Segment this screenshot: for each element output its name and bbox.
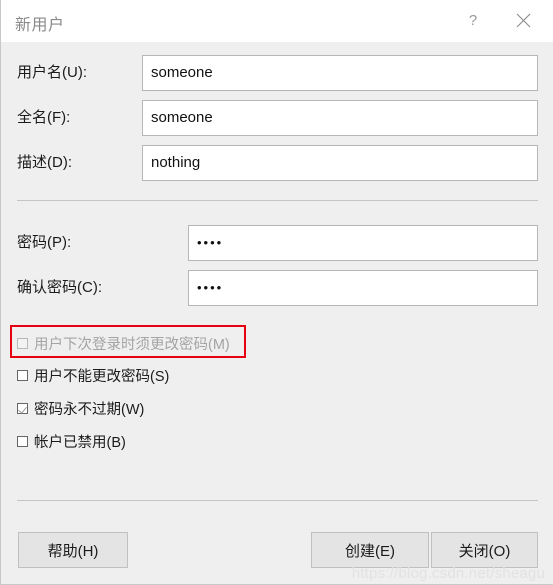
checkbox-password-never-expires[interactable]: 密码永不过期(W)	[17, 397, 144, 419]
checkbox-label: 密码永不过期(W)	[34, 401, 145, 418]
username-row: 用户名(U): someone	[1, 55, 553, 91]
checkbox-checked-icon	[17, 402, 28, 414]
fullname-label: 全名(F):	[17, 109, 71, 126]
description-label: 描述(D):	[17, 154, 72, 171]
password-row: 密码(P): ••••	[1, 225, 553, 261]
close-button[interactable]	[500, 0, 546, 41]
checkbox-box-icon	[17, 337, 28, 349]
fullname-input[interactable]: someone	[142, 100, 538, 136]
checkbox-must-change-password[interactable]: 用户下次登录时须更改密码(M)	[17, 332, 230, 354]
confirm-password-input[interactable]: ••••	[188, 270, 538, 306]
help-dialog-button[interactable]: 帮助(H)	[18, 532, 128, 568]
password-label: 密码(P):	[17, 234, 72, 251]
description-row: 描述(D): nothing	[1, 145, 553, 181]
fullname-row: 全名(F): someone	[1, 100, 553, 136]
create-button[interactable]: 创建(E)	[311, 532, 429, 568]
title-bar: 新用户 ?	[1, 0, 553, 43]
checkbox-label: 用户不能更改密码(S)	[34, 368, 170, 385]
password-input[interactable]: ••••	[188, 225, 538, 261]
username-input[interactable]: someone	[142, 55, 538, 91]
dialog-body: 用户名(U): someone 全名(F): someone 描述(D): no…	[1, 42, 553, 584]
checkbox-account-disabled[interactable]: 帐户已禁用(B)	[17, 430, 126, 452]
checkbox-label: 用户下次登录时须更改密码(M)	[34, 336, 230, 353]
new-user-dialog: 新用户 ? 用户名(U): someone 全名(F): someone 描述(…	[0, 0, 553, 585]
checkbox-box-icon	[17, 369, 28, 381]
divider-top	[17, 200, 538, 201]
username-label: 用户名(U):	[17, 64, 87, 81]
checkbox-user-cannot-change-password[interactable]: 用户不能更改密码(S)	[17, 364, 169, 386]
close-icon	[516, 13, 531, 28]
description-input[interactable]: nothing	[142, 145, 538, 181]
close-dialog-button[interactable]: 关闭(O)	[431, 532, 538, 568]
checkbox-label: 帐户已禁用(B)	[34, 434, 126, 451]
question-mark-icon: ?	[468, 12, 478, 29]
help-button[interactable]: ?	[450, 0, 496, 41]
checkbox-box-icon	[17, 435, 28, 447]
window-title: 新用户	[15, 17, 65, 34]
confirm-password-label: 确认密码(C):	[17, 279, 102, 296]
confirm-password-row: 确认密码(C): ••••	[1, 270, 553, 306]
divider-bottom	[17, 500, 538, 501]
